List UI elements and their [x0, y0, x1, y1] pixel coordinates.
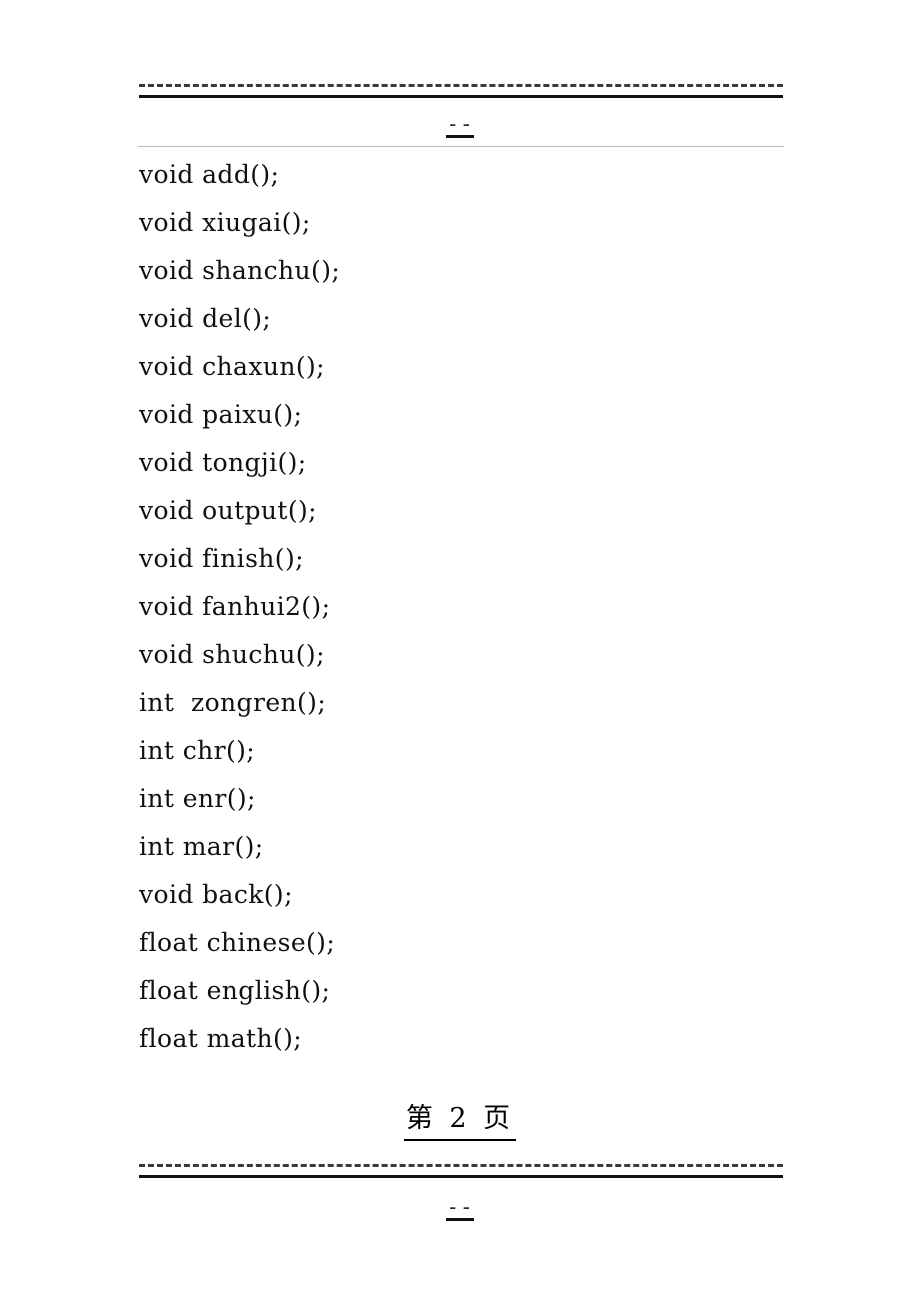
code-line: float english(); [139, 976, 331, 1005]
code-line: void del(); [139, 304, 272, 333]
footer-center-mark: -- [0, 1197, 920, 1221]
footer-dashed-separator [139, 1164, 783, 1167]
code-line: void xiugai(); [139, 208, 311, 237]
code-line: float chinese(); [139, 928, 336, 957]
code-line: void shuchu(); [139, 640, 325, 669]
code-line: void add(); [139, 160, 280, 189]
header-center-mark-text: -- [446, 112, 474, 138]
code-line: void fanhui2(); [139, 592, 331, 621]
code-line: void finish(); [139, 544, 304, 573]
code-declaration-list: void add(); void xiugai(); void shanchu(… [139, 151, 789, 1063]
footer-solid-separator [139, 1175, 783, 1178]
document-page: -- void add(); void xiugai(); void shanc… [0, 0, 920, 1302]
code-line: void tongji(); [139, 448, 307, 477]
header-dashed-separator [139, 84, 783, 87]
code-line: int mar(); [139, 832, 264, 861]
code-line: int chr(); [139, 736, 256, 765]
code-line: void paixu(); [139, 400, 303, 429]
code-line: float math(); [139, 1024, 303, 1053]
page-number: 第 2 页 [0, 1102, 920, 1141]
code-line: void output(); [139, 496, 317, 525]
footer-center-mark-text: -- [446, 1195, 474, 1221]
code-line: int zongren(); [139, 688, 327, 717]
page-number-label: 第 2 页 [403, 1102, 517, 1141]
code-line: void shanchu(); [139, 256, 341, 285]
header-hairline-separator [138, 146, 784, 147]
code-line: int enr(); [139, 784, 256, 813]
header-center-mark: -- [0, 114, 920, 138]
code-line: void back(); [139, 880, 293, 909]
header-solid-separator [139, 95, 783, 98]
code-line: void chaxun(); [139, 352, 325, 381]
